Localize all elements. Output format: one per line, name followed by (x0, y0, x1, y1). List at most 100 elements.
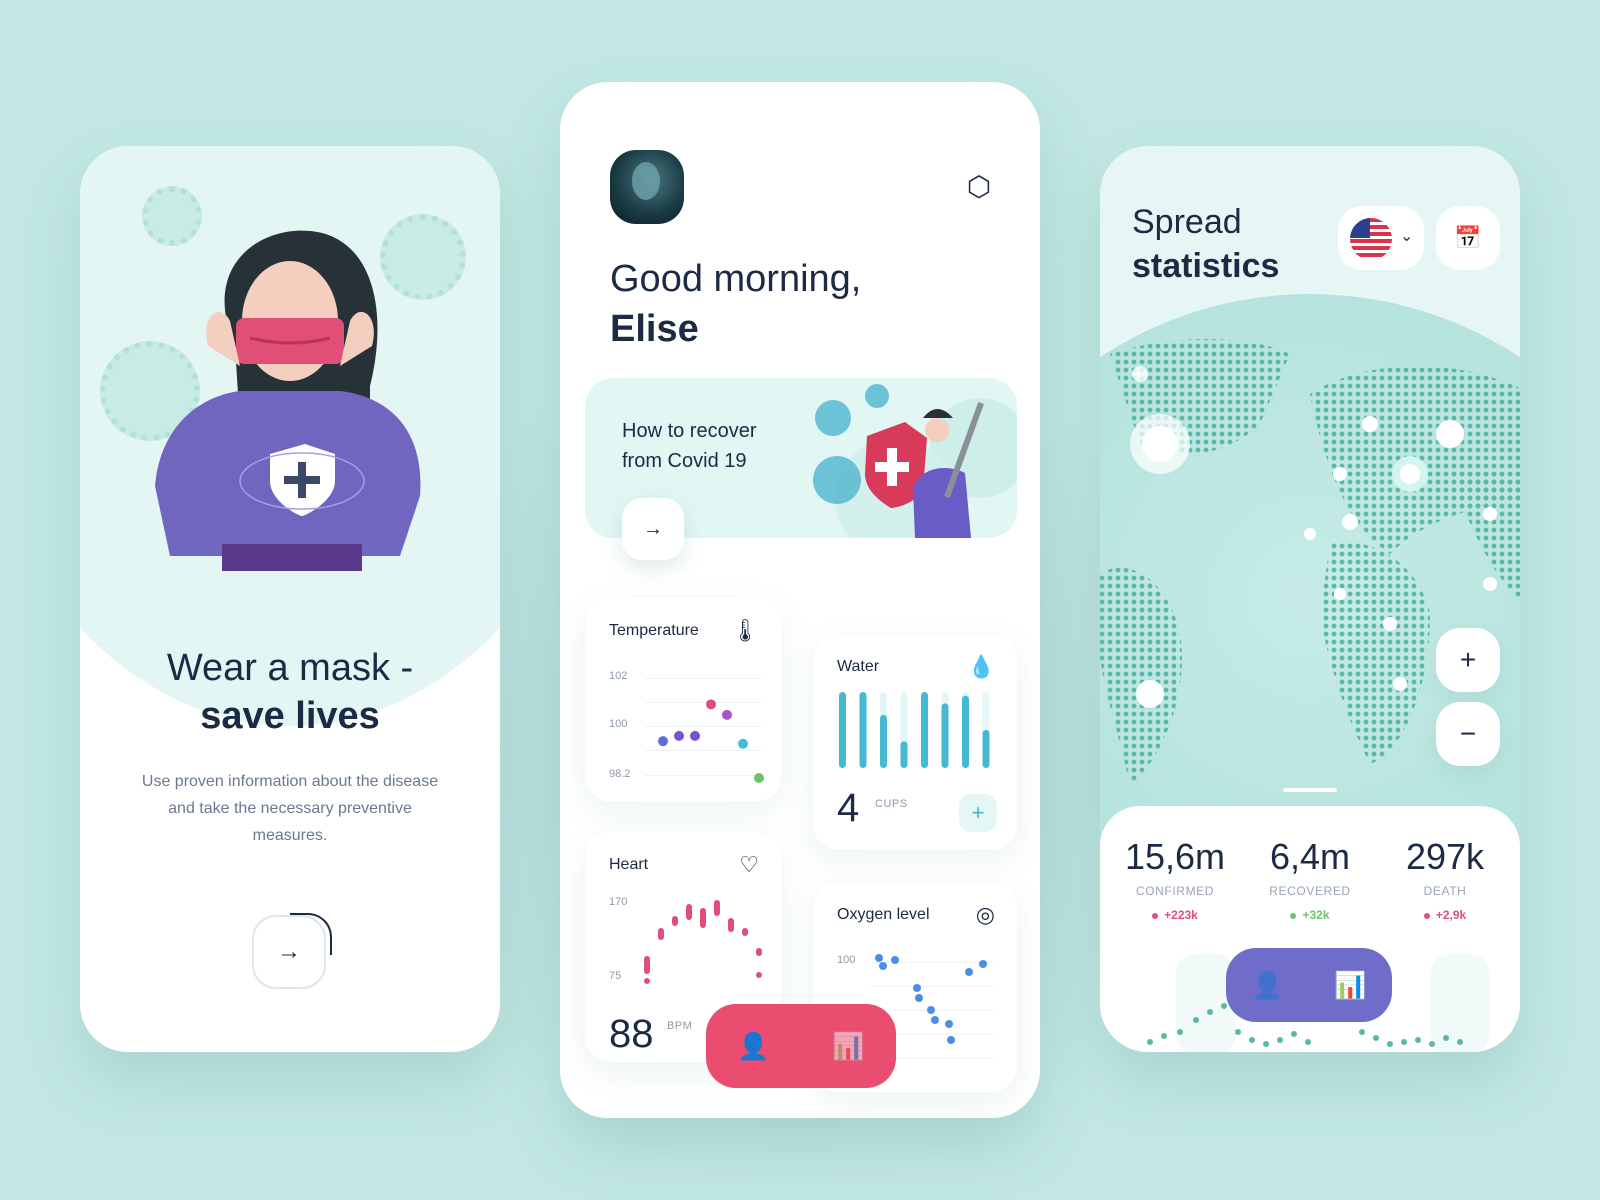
stat-value: 297k (1405, 836, 1485, 877)
heart-tick-high: 170 (609, 896, 628, 908)
user-name: Elise (610, 308, 699, 350)
stat-delta: +2,9k (1380, 908, 1510, 922)
title-line-1: Spread (1132, 203, 1242, 241)
banner-text: How to recover from Covid 19 (622, 416, 757, 476)
oxygen-tick: 100 (837, 954, 856, 966)
statistics-title: Spread statistics (1132, 200, 1279, 288)
banner-line-1: How to recover (622, 420, 757, 442)
water-label: Water (837, 658, 880, 675)
temp-tick-high: 102 (609, 670, 628, 682)
thermometer-icon: 🌡 (731, 618, 759, 643)
stat-label: RECOVERED (1269, 884, 1351, 898)
settings-icon[interactable]: ⬡ (964, 172, 994, 202)
sheet-handle[interactable] (1283, 788, 1337, 792)
temperature-point (690, 730, 700, 741)
temp-tick-low: 98.2 (609, 768, 631, 780)
water-bar (859, 692, 867, 768)
stat-delta: +32k (1245, 908, 1375, 922)
water-bar (921, 692, 928, 768)
progress-arc (290, 913, 332, 955)
hero-shield-illustration (813, 384, 1017, 538)
dashboard-screen: ⬡ Good morning, Elise How to recover fro… (560, 82, 1040, 1118)
oxygen-point (931, 1016, 939, 1024)
greeting: Good morning, Elise (610, 254, 861, 354)
oxygen-point (913, 984, 921, 992)
user-icon[interactable]: 👤 (1251, 970, 1283, 1001)
stat-confirmed: 15,6m CONFIRMED +223k (1110, 836, 1240, 922)
greeting-text: Good morning, (610, 258, 862, 300)
temperature-point (754, 773, 764, 783)
stats-icon[interactable]: 📊 (832, 1031, 864, 1062)
avatar[interactable] (610, 150, 684, 224)
temperature-card[interactable]: Temperature 🌡 102 100 98.2 (585, 598, 781, 802)
heart-chart (644, 900, 762, 984)
stat-value: 15,6m (1124, 836, 1226, 877)
oxygen-point (979, 960, 987, 968)
oxygen-point (879, 962, 887, 970)
zoom-in-button[interactable]: + (1436, 628, 1500, 692)
bottom-tab-bar: 👤 📊 (706, 1004, 896, 1088)
oxygen-point (927, 1006, 935, 1014)
bottom-tab-bar: 👤 📊 (1226, 948, 1392, 1022)
temp-tick-mid: 100 (609, 718, 628, 730)
heart-bar (728, 918, 734, 932)
heart-bar (714, 900, 720, 916)
stat-value: 6,4m (1269, 836, 1351, 877)
country-selector[interactable]: ⌄ (1338, 206, 1424, 270)
banner-line-2: from Covid 19 (622, 450, 747, 472)
stats-icon[interactable]: 📊 (1334, 970, 1366, 1001)
heart-bar (756, 948, 762, 956)
add-cup-button[interactable]: + (959, 794, 997, 832)
temperature-label: Temperature (609, 622, 699, 639)
heart-bar (756, 972, 762, 978)
temperature-point (658, 736, 668, 747)
stat-death: 297k DEATH +2,9k (1380, 836, 1510, 922)
water-unit: CUPS (875, 798, 908, 810)
statistics-screen: Spread statistics ⌄ 📅 + − 15,6m CONFIRME… (1100, 146, 1520, 1052)
onboarding-title: Wear a mask - save lives (80, 644, 500, 740)
heart-tick-low: 75 (609, 970, 622, 982)
oxygen-point (875, 954, 883, 962)
oxygen-point (891, 956, 899, 964)
heart-icon: ♡ (739, 852, 759, 877)
heart-label: Heart (609, 856, 649, 873)
water-bar (962, 695, 969, 768)
onboarding-description: Use proven information about the disease… (141, 773, 439, 844)
chevron-down-icon: ⌄ (1400, 228, 1414, 245)
stat-delta: +223k (1110, 908, 1240, 922)
title-line-1: Wear a mask - (166, 647, 414, 689)
water-bar (839, 692, 846, 768)
water-bar (941, 703, 949, 768)
temperature-point (722, 709, 732, 720)
onboarding-screen: Wear a mask - save lives Use proven info… (80, 146, 500, 1052)
temperature-chart (658, 699, 764, 783)
banner-arrow-button[interactable]: → (622, 498, 684, 560)
heart-bar (658, 928, 664, 940)
water-value: 4 (837, 786, 860, 830)
usa-flag-icon (1350, 218, 1392, 260)
oxygen-point (915, 994, 923, 1002)
water-chart (839, 692, 990, 768)
water-bar (982, 730, 990, 768)
heart-bar (700, 908, 706, 928)
heart-bar (672, 916, 678, 926)
water-drop-icon: 💧 (967, 654, 995, 679)
oxygen-point (945, 1020, 953, 1028)
user-icon[interactable]: 👤 (737, 1031, 769, 1062)
heart-bar (644, 978, 650, 984)
stat-label: CONFIRMED (1135, 884, 1215, 898)
arrow-right-icon: → (643, 517, 663, 540)
temperature-point (674, 730, 684, 741)
calendar-button[interactable]: 📅 (1436, 206, 1500, 270)
calendar-icon: 📅 (1454, 225, 1482, 250)
heart-bar (644, 956, 650, 974)
stat-recovered: 6,4m RECOVERED +32k (1245, 836, 1375, 922)
stat-label: DEATH (1423, 884, 1467, 898)
water-bar (900, 741, 908, 768)
temperature-point (738, 738, 748, 749)
zoom-out-button[interactable]: − (1436, 702, 1500, 766)
oxygen-label: Oxygen level (837, 906, 930, 923)
water-card[interactable]: Water 💧 4 CUPS + (813, 634, 1017, 850)
heart-value: 88 (609, 1012, 654, 1056)
heart-bar (742, 928, 748, 936)
